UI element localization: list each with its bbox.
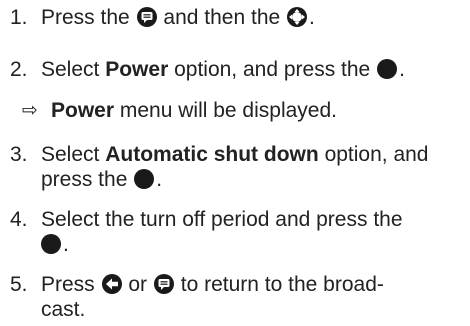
step-text: Select (41, 58, 100, 81)
step-text: to return to the broad- (180, 273, 384, 296)
navigation-pad-icon (287, 7, 308, 27)
option-name: Automatic shut down (105, 143, 319, 166)
menu-button-icon (153, 274, 174, 294)
step-text: or (128, 273, 148, 296)
step-number: 1. (10, 6, 28, 29)
step-text: Select the turn off period and press the (41, 208, 403, 231)
menu-button-icon (136, 7, 157, 27)
step-text: option, and (324, 143, 429, 166)
result-arrow-icon: ⇨ (22, 100, 38, 121)
menu-name: Power (51, 99, 115, 122)
ok-button-icon (377, 59, 398, 79)
step-text: and then the (163, 6, 281, 29)
result-text: menu will be displayed. (119, 99, 337, 122)
step-text: cast. (41, 298, 86, 321)
step-number: 3. (10, 143, 28, 166)
step-text: Select (41, 143, 100, 166)
step-text: Press the (41, 6, 130, 29)
step-text: press the (41, 168, 128, 191)
option-name: Power (105, 58, 169, 81)
instruction-steps: 1. Press the and then the . 2. Select Po… (10, 6, 429, 321)
step-text: Press (41, 273, 95, 296)
ok-button-icon (134, 169, 155, 189)
ok-button-icon (41, 234, 61, 254)
back-button-icon (101, 274, 122, 294)
step-number: 4. (10, 208, 28, 231)
step-number: 5. (10, 273, 28, 296)
step-number: 2. (10, 58, 28, 81)
step-text: option, and press the (174, 58, 371, 81)
